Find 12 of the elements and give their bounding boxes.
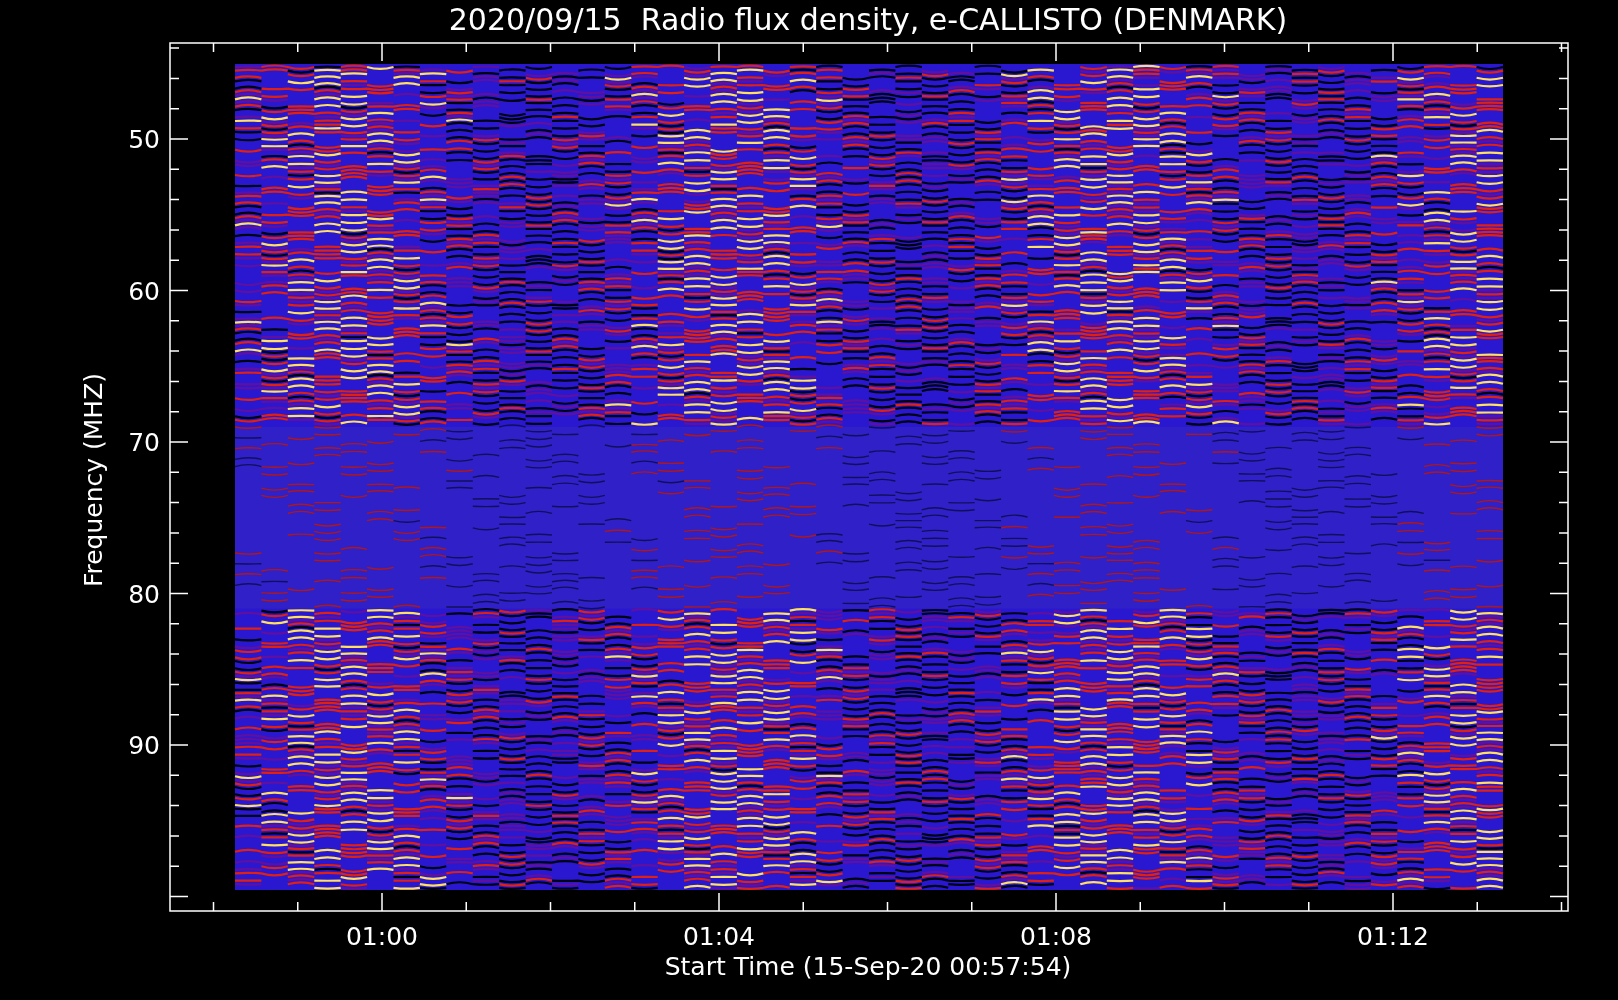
y-tick-label: 70 bbox=[128, 428, 160, 457]
y-axis-label: Frequency (MHZ) bbox=[79, 372, 108, 588]
x-axis-label: Start Time (15-Sep-20 00:57:54) bbox=[664, 952, 1072, 981]
y-tick-label: 90 bbox=[128, 731, 160, 760]
plot-title: 2020/09/15 Radio flux density, e-CALLISTO (DENMARK) bbox=[448, 2, 1288, 37]
y-tick-label: 50 bbox=[128, 125, 160, 154]
x-tick-label: 01:00 bbox=[346, 922, 418, 951]
x-tick-label: 01:12 bbox=[1357, 922, 1429, 951]
x-tick-label: 01:04 bbox=[683, 922, 755, 951]
y-tick-label: 60 bbox=[128, 276, 160, 306]
y-tick-label: 80 bbox=[128, 579, 160, 609]
x-tick-label: 01:08 bbox=[1020, 922, 1092, 951]
